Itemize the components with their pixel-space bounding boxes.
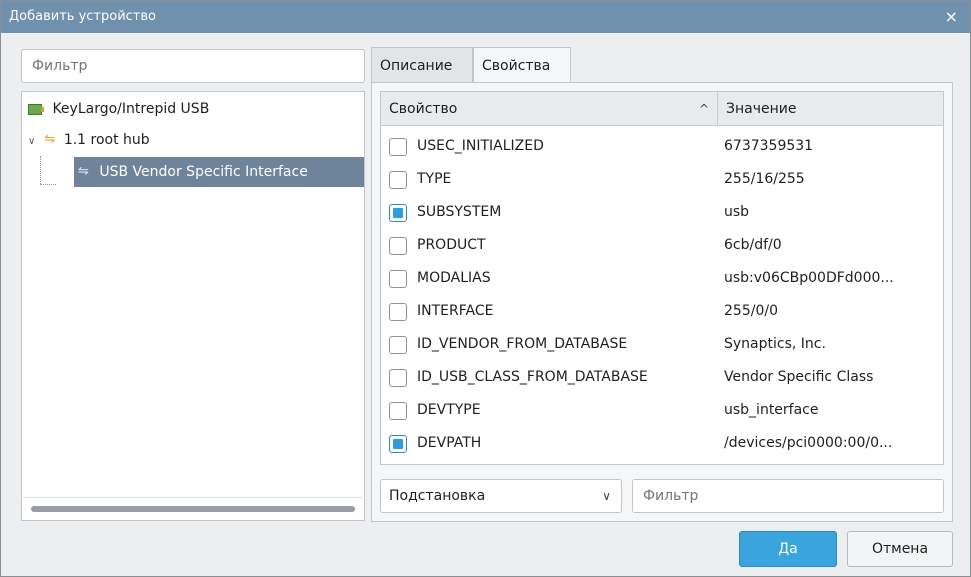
table-row[interactable]: PRODUCT 6cb/df/0 [381, 229, 943, 262]
pci-card-icon [28, 103, 44, 115]
table-row[interactable]: DEVPATH /devices/pci0000:00/0... [381, 427, 943, 460]
close-icon[interactable]: × [945, 7, 958, 26]
properties-table[interactable]: Свойство ^ Значение USEC_INITIALIZED 673… [380, 91, 944, 465]
row-checkbox[interactable] [389, 204, 407, 222]
property-filter-input[interactable] [632, 479, 944, 513]
usb-icon: ⇋ [78, 164, 89, 179]
table-row[interactable]: DEVTYPE usb_interface [381, 394, 943, 427]
scrollbar-thumb[interactable] [31, 506, 355, 512]
property-cell: PRODUCT [417, 237, 486, 253]
property-cell: USEC_INITIALIZED [417, 138, 544, 154]
usb-icon: ⇋ [44, 132, 56, 147]
table-row[interactable]: SUBSYSTEM usb [381, 196, 943, 229]
tree-item-label: KeyLargo/Intrepid USB [52, 101, 210, 117]
sort-ascending-icon: ^ [698, 102, 709, 116]
table-row[interactable]: ID_VENDOR_FROM_DATABASE Synaptics, Inc. [381, 328, 943, 361]
value-cell: /devices/pci0000:00/0... [724, 435, 893, 451]
column-header-label: Свойство [389, 101, 458, 117]
chevron-down-icon: ∨ [602, 489, 611, 503]
mode-select[interactable]: Подстановка ∨ [380, 479, 622, 513]
table-header: Свойство ^ Значение [381, 92, 943, 126]
property-cell: ID_VENDOR_FROM_DATABASE [417, 336, 628, 352]
tab-properties[interactable]: Свойства [473, 47, 571, 83]
row-checkbox[interactable] [389, 435, 407, 453]
tree-item-label: USB Vendor Specific Interface [99, 164, 308, 180]
row-checkbox[interactable] [389, 270, 407, 288]
properties-panel: Свойство ^ Значение USEC_INITIALIZED 673… [371, 82, 953, 522]
cancel-button[interactable]: Отмена [847, 531, 953, 567]
value-cell: usb:v06CBp00DFd000... [724, 270, 894, 286]
row-checkbox[interactable] [389, 303, 407, 321]
add-device-dialog: Добавить устройство × KeyLargo/Intrepid … [0, 0, 971, 577]
value-cell: usb [724, 204, 750, 220]
column-header-property[interactable]: Свойство ^ [381, 92, 718, 126]
window-title: Добавить устройство [9, 9, 156, 24]
device-filter-input[interactable] [21, 49, 365, 83]
property-cell: ID_USB_CLASS_FROM_DATABASE [417, 369, 648, 385]
tree-horizontal-scrollbar[interactable] [23, 497, 363, 519]
property-cell: SUBSYSTEM [417, 204, 502, 220]
table-row[interactable]: INTERFACE 255/0/0 [381, 295, 943, 328]
property-cell: MODALIAS [417, 270, 491, 286]
row-checkbox[interactable] [389, 237, 407, 255]
value-cell: 6cb/df/0 [724, 237, 782, 253]
row-checkbox[interactable] [389, 336, 407, 354]
property-cell: TYPE [417, 171, 452, 187]
value-cell: Vendor Specific Class [724, 369, 874, 385]
value-cell: 255/16/255 [724, 171, 805, 187]
value-cell: Synaptics, Inc. [724, 336, 826, 352]
table-row[interactable]: TYPE 255/16/255 [381, 163, 943, 196]
value-cell: 6737359531 [724, 138, 814, 154]
chevron-down-icon[interactable]: ∨ [28, 127, 40, 157]
tree-item-keylargo[interactable]: KeyLargo/Intrepid USB [28, 94, 364, 124]
table-row[interactable]: USEC_INITIALIZED 6737359531 [381, 130, 943, 163]
tab-description[interactable]: Описание [371, 47, 473, 83]
value-cell: 255/0/0 [724, 303, 778, 319]
row-checkbox[interactable] [389, 369, 407, 387]
value-cell: usb_interface [724, 402, 819, 418]
tree-item-root-hub[interactable]: ∨ ⇋ 1.1 root hub [28, 125, 364, 155]
property-cell: DEVPATH [417, 435, 482, 451]
row-checkbox[interactable] [389, 402, 407, 420]
property-cell: DEVTYPE [417, 402, 481, 418]
row-checkbox[interactable] [389, 138, 407, 156]
table-row[interactable]: MODALIAS usb:v06CBp00DFd000... [381, 262, 943, 295]
mode-select-value: Подстановка [389, 488, 486, 504]
table-row[interactable]: ID_USB_CLASS_FROM_DATABASE Vendor Specif… [381, 361, 943, 394]
device-tree[interactable]: KeyLargo/Intrepid USB ∨ ⇋ 1.1 root hub ⇋… [21, 91, 365, 521]
column-header-value[interactable]: Значение [718, 92, 942, 126]
title-bar: Добавить устройство × [1, 1, 970, 33]
tree-connector [40, 156, 41, 184]
tree-item-usb-vendor-interface[interactable]: ⇋ USB Vendor Specific Interface [74, 157, 364, 187]
property-cell: INTERFACE [417, 303, 494, 319]
tree-connector [40, 184, 56, 185]
row-checkbox[interactable] [389, 171, 407, 189]
tree-item-label: 1.1 root hub [63, 132, 150, 148]
ok-button[interactable]: Да [739, 531, 837, 567]
